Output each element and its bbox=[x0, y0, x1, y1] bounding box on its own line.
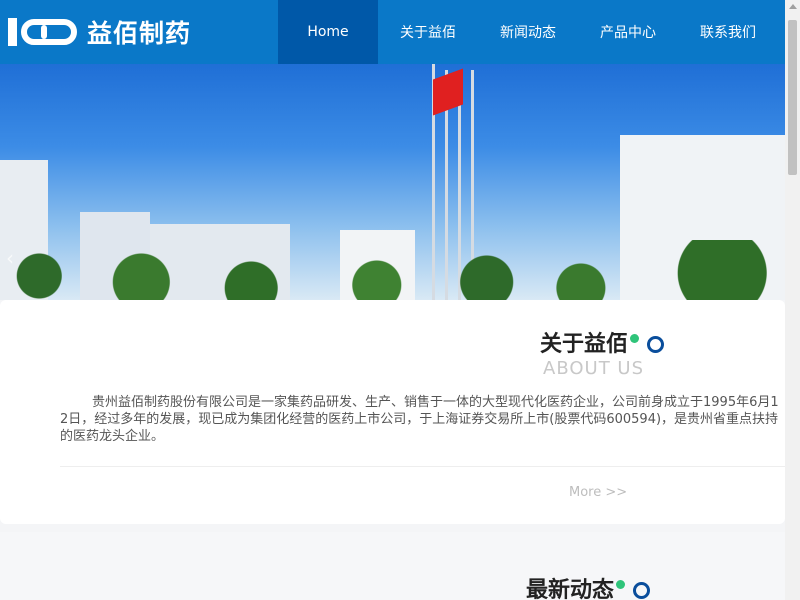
logo-text: 益佰制药 bbox=[87, 19, 192, 48]
nav-item-contact[interactable]: 联系我们 bbox=[678, 0, 778, 64]
news-section bbox=[0, 532, 785, 600]
nav-item-about[interactable]: 关于益佰 bbox=[378, 0, 478, 64]
about-title: 关于益佰 bbox=[540, 326, 665, 358]
about-subtitle: ABOUT US bbox=[543, 358, 645, 379]
divider bbox=[60, 466, 785, 467]
news-title-text: 最新动态 bbox=[526, 578, 615, 600]
site-header: 益佰制药 Home 关于益佰 新闻动态 产品中心 联系我们 bbox=[0, 0, 785, 64]
nav-item-products[interactable]: 产品中心 bbox=[578, 0, 678, 64]
about-title-text: 关于益佰 bbox=[540, 332, 629, 357]
blue-ring-icon bbox=[647, 335, 665, 353]
about-paragraph: 贵州益佰制药股份有限公司是一家集药品研发、生产、销售于一体的大型现代化医药企业，… bbox=[60, 395, 779, 444]
main-nav: Home 关于益佰 新闻动态 产品中心 联系我们 bbox=[278, 0, 778, 64]
nav-item-home[interactable]: Home bbox=[278, 0, 378, 64]
news-title: 最新动态 bbox=[526, 572, 651, 600]
about-more-link[interactable]: More >> bbox=[569, 485, 627, 500]
scroll-up-arrow-icon[interactable] bbox=[789, 4, 797, 9]
page-scrollbar[interactable] bbox=[785, 0, 800, 600]
site-logo[interactable]: 益佰制药 bbox=[8, 14, 191, 50]
green-dot-icon bbox=[616, 579, 626, 589]
trees bbox=[0, 240, 785, 300]
banner-prev-arrow[interactable]: ‹ bbox=[2, 246, 18, 270]
logo-100-icon bbox=[8, 14, 77, 50]
green-dot-icon bbox=[630, 333, 640, 343]
scroll-thumb[interactable] bbox=[788, 20, 797, 175]
nav-item-news[interactable]: 新闻动态 bbox=[478, 0, 578, 64]
blue-ring-icon bbox=[633, 581, 651, 599]
hero-banner bbox=[0, 64, 785, 300]
